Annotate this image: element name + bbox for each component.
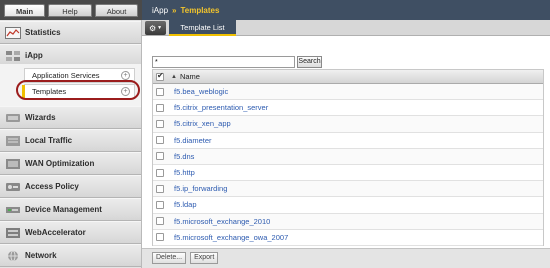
gear-menu-button[interactable]: ⚙ ▼: [145, 21, 166, 35]
access-policy-icon: [5, 180, 21, 193]
breadcrumb-separator: »: [172, 5, 177, 15]
table-row: f5.ldap: [153, 197, 543, 214]
tab-main[interactable]: Main: [4, 4, 45, 17]
template-link[interactable]: f5.ldap: [174, 200, 197, 209]
local-traffic-icon: [5, 134, 21, 147]
iapp-icon: [5, 49, 21, 62]
tab-template-list[interactable]: Template List: [169, 20, 236, 36]
template-link[interactable]: f5.citrix_presentation_server: [174, 103, 268, 112]
search-input[interactable]: [152, 56, 295, 68]
template-link[interactable]: f5.bea_weblogic: [174, 87, 228, 96]
table-row: f5.citrix_xen_app: [153, 116, 543, 133]
table-row: f5.diameter: [153, 132, 543, 149]
template-link[interactable]: f5.dns: [174, 152, 194, 161]
sidebar-subitem-templates[interactable]: Templates +: [22, 84, 135, 99]
selected-indicator: [22, 85, 25, 98]
table-footer: Delete... Export: [142, 248, 550, 268]
sidebar-item-wan-optimization[interactable]: WAN Optimization: [0, 152, 141, 175]
sidebar-item-webaccelerator[interactable]: WebAccelerator: [0, 221, 141, 244]
row-checkbox[interactable]: [156, 168, 164, 177]
delete-button[interactable]: Delete...: [152, 252, 187, 264]
sidebar-item-statistics[interactable]: Statistics: [0, 21, 141, 44]
main-content: iApp » Templates ⚙ ▼ Template List Searc…: [142, 0, 550, 268]
sidebar-item-label: Access Policy: [25, 182, 79, 191]
sidebar-item-label: Wizards: [25, 113, 56, 122]
breadcrumb-iapp[interactable]: iApp: [152, 6, 168, 15]
iapp-submenu: Application Services + Templates +: [0, 64, 141, 106]
sidebar-item-label: Statistics: [25, 28, 61, 37]
table-row: f5.ip_forwarding: [153, 181, 543, 198]
statistics-icon: [5, 26, 21, 39]
row-checkbox[interactable]: [156, 87, 164, 96]
table-row: f5.citrix_presentation_server: [153, 100, 543, 117]
device-management-icon: [5, 203, 21, 216]
add-icon[interactable]: +: [121, 71, 130, 80]
table-row: f5.microsoft_exchange_owa_2007: [153, 229, 543, 246]
wan-optimization-icon: [5, 157, 21, 170]
sidebar-subitem-label: Templates: [32, 87, 67, 96]
add-icon[interactable]: +: [121, 87, 130, 96]
table-header: ▲ Name: [153, 70, 543, 84]
template-table: ▲ Name f5.bea_weblogic f5.citrix_present…: [152, 69, 544, 246]
template-link[interactable]: f5.diameter: [174, 136, 212, 145]
sidebar-item-access-policy[interactable]: Access Policy: [0, 175, 141, 198]
row-checkbox[interactable]: [156, 136, 164, 145]
table-row: f5.dns: [153, 148, 543, 165]
sidebar-item-wizards[interactable]: Wizards: [0, 106, 141, 129]
sidebar-item-label: iApp: [25, 51, 43, 60]
template-link[interactable]: f5.citrix_xen_app: [174, 119, 231, 128]
row-checkbox[interactable]: [156, 184, 164, 193]
gear-icon: ⚙: [148, 23, 157, 33]
sidebar: Main Help About Statistics iApp Applicat…: [0, 0, 142, 268]
export-button[interactable]: Export: [190, 252, 219, 264]
sidebar-item-label: WebAccelerator: [25, 228, 86, 237]
wizards-icon: [5, 111, 21, 124]
row-checkbox[interactable]: [156, 152, 164, 161]
breadcrumb: iApp » Templates: [142, 0, 550, 20]
network-icon: [5, 249, 21, 262]
select-all-checkbox[interactable]: [156, 71, 164, 81]
sidebar-item-label: WAN Optimization: [25, 159, 95, 168]
column-header-name[interactable]: Name: [180, 72, 200, 81]
row-checkbox[interactable]: [156, 119, 164, 128]
row-checkbox[interactable]: [156, 200, 164, 209]
breadcrumb-templates: Templates: [180, 5, 220, 15]
table-row: f5.microsoft_exchange_2010: [153, 213, 543, 230]
top-nav: Main Help About: [0, 0, 142, 20]
webaccelerator-icon: [5, 226, 21, 239]
template-link[interactable]: f5.microsoft_exchange_2010: [174, 217, 270, 226]
sidebar-subitem-application-services[interactable]: Application Services +: [24, 68, 135, 83]
sidebar-item-device-management[interactable]: Device Management: [0, 198, 141, 221]
chevron-down-icon: ▼: [157, 25, 163, 31]
toolbar: ⚙ ▼ Template List: [142, 20, 550, 36]
sidebar-item-local-traffic[interactable]: Local Traffic: [0, 129, 141, 152]
row-checkbox[interactable]: [156, 217, 164, 226]
sort-ascending-icon[interactable]: ▲: [171, 74, 177, 80]
sidebar-item-label: Device Management: [25, 205, 102, 214]
sidebar-item-label: Local Traffic: [25, 136, 73, 145]
template-link[interactable]: f5.http: [174, 168, 195, 177]
table-row: f5.http: [153, 164, 543, 182]
table-row: f5.bea_weblogic: [153, 84, 543, 101]
row-checkbox[interactable]: [156, 233, 164, 242]
sidebar-subitem-label: Application Services: [32, 71, 100, 80]
template-link[interactable]: f5.ip_forwarding: [174, 184, 227, 193]
search-row: Search: [152, 56, 322, 69]
sidebar-item-network[interactable]: Network: [0, 244, 141, 267]
sidebar-item-label: Network: [25, 251, 57, 260]
template-link[interactable]: f5.microsoft_exchange_owa_2007: [174, 233, 288, 242]
row-checkbox[interactable]: [156, 103, 164, 112]
search-button[interactable]: Search: [297, 56, 322, 68]
tab-about[interactable]: About: [95, 4, 138, 17]
tab-help[interactable]: Help: [48, 4, 92, 17]
